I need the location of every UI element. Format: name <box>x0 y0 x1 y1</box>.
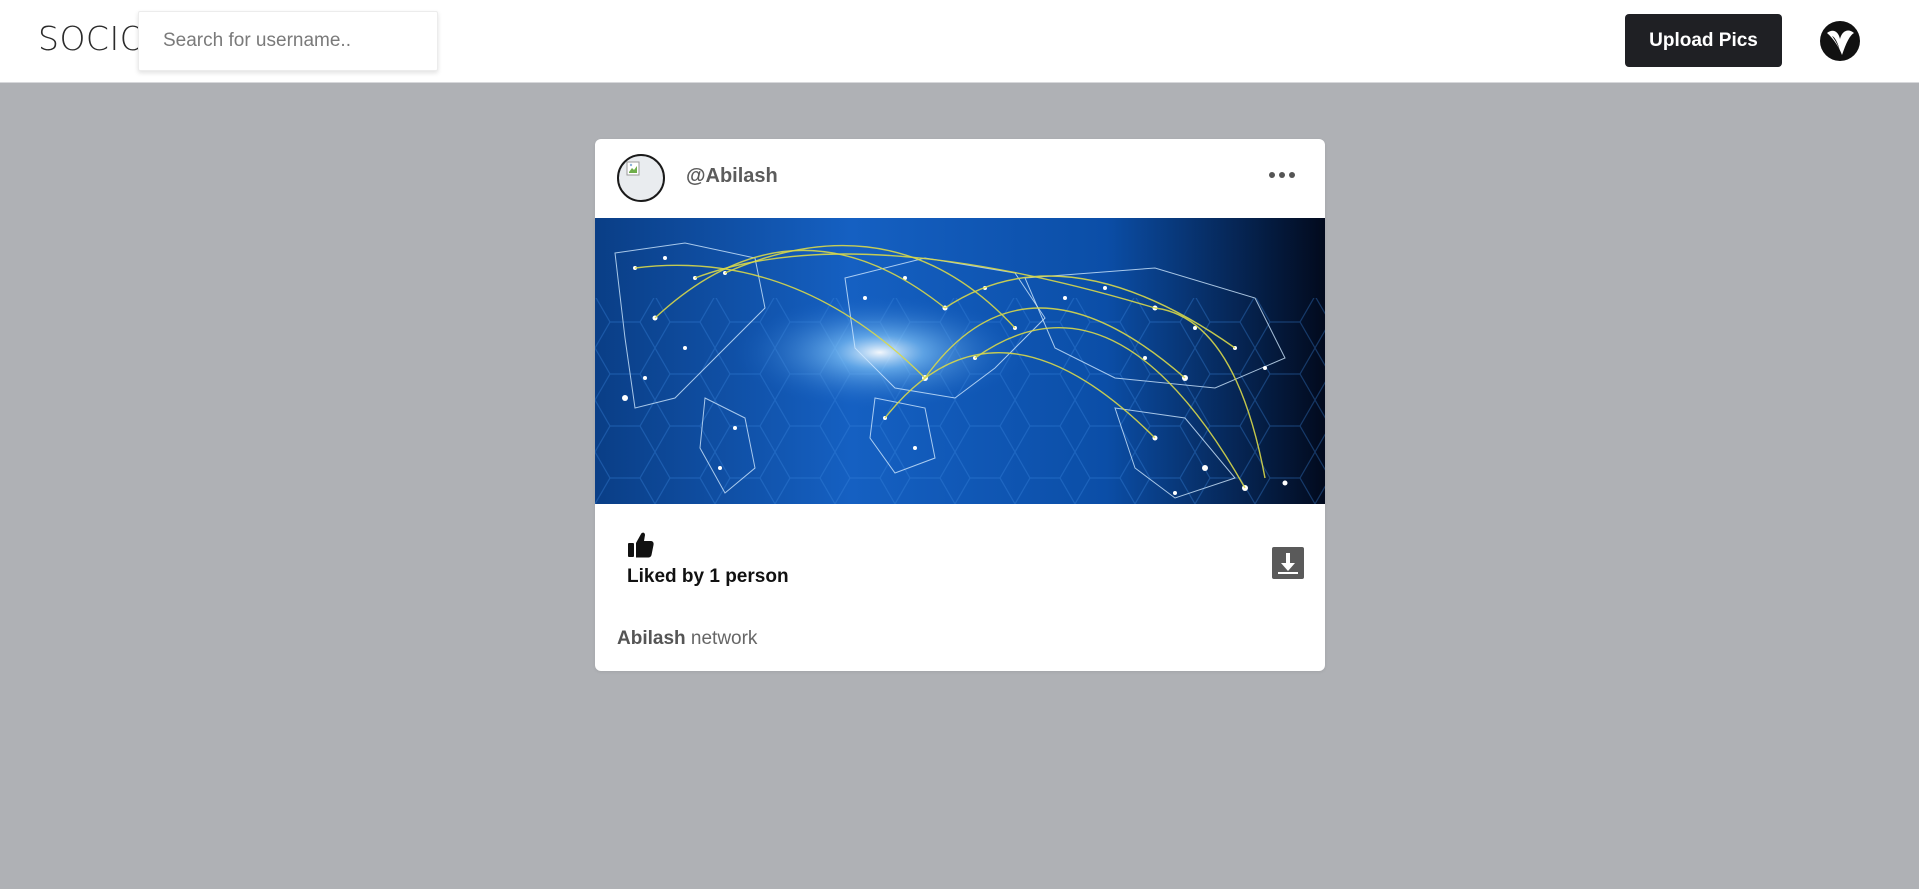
upload-pics-button[interactable]: Upload Pics <box>1625 14 1782 67</box>
brand-logo-text[interactable]: SOCIO <box>38 19 146 58</box>
caption-text: network <box>690 628 758 649</box>
post-card: @Abilash Liked by 1 person Abilash netwo… <box>595 139 1325 671</box>
broken-image-icon[interactable] <box>617 154 665 202</box>
post-username[interactable]: @Abilash <box>686 165 778 188</box>
search-input[interactable] <box>138 11 438 71</box>
likes-count: Liked by 1 person <box>627 566 789 587</box>
top-navbar: SOCIO Upload Pics <box>0 0 1919 83</box>
more-horizontal-icon[interactable] <box>1265 163 1299 187</box>
post-header: @Abilash <box>595 139 1325 218</box>
post-caption: Abilash network <box>617 628 757 650</box>
world-network-map-image[interactable] <box>595 218 1325 504</box>
thumbs-up-icon[interactable] <box>626 531 656 559</box>
caption-username[interactable]: Abilash <box>617 628 686 649</box>
profile-logo-icon[interactable] <box>1818 19 1862 63</box>
download-icon[interactable] <box>1272 547 1304 579</box>
